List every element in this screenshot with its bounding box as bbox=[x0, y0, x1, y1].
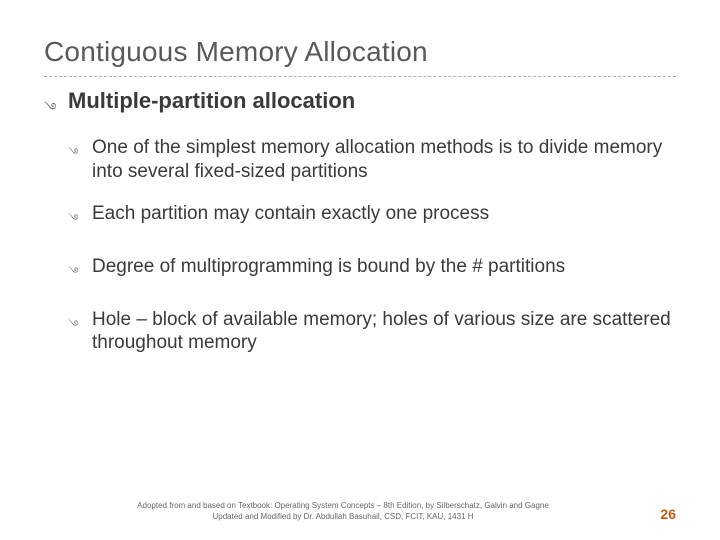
footer-text: Adopted from and based on Textbook: Oper… bbox=[44, 501, 642, 522]
slide-footer: Adopted from and based on Textbook: Oper… bbox=[0, 501, 720, 522]
level1-text: Multiple-partition allocation bbox=[68, 87, 355, 115]
bullet-icon: ࿓ bbox=[68, 202, 92, 237]
level2-text: Hole – block of available memory; holes … bbox=[92, 308, 676, 356]
bullet-icon: ࿓ bbox=[68, 136, 92, 171]
level1-item: ࿓ Multiple-partition allocation bbox=[44, 87, 676, 130]
slide-title: Contiguous Memory Allocation bbox=[44, 36, 676, 68]
level2-item: ࿓ One of the simplest memory allocation … bbox=[68, 136, 676, 184]
bullet-icon: ࿓ bbox=[68, 308, 92, 343]
bullet-icon: ࿓ bbox=[44, 87, 68, 130]
level2-list: ࿓ One of the simplest memory allocation … bbox=[44, 136, 676, 355]
level2-item: ࿓ Each partition may contain exactly one… bbox=[68, 202, 676, 237]
level2-item: ࿓ Degree of multiprogramming is bound by… bbox=[68, 255, 676, 290]
level2-text: Degree of multiprogramming is bound by t… bbox=[92, 255, 565, 279]
bullet-icon: ࿓ bbox=[68, 255, 92, 290]
title-divider bbox=[44, 76, 676, 77]
level2-text: Each partition may contain exactly one p… bbox=[92, 202, 489, 226]
level2-text: One of the simplest memory allocation me… bbox=[92, 136, 676, 184]
footer-line-2: Updated and Modified by Dr. Abdullah Bas… bbox=[44, 512, 642, 522]
level2-item: ࿓ Hole – block of available memory; hole… bbox=[68, 308, 676, 356]
page-number: 26 bbox=[642, 506, 676, 522]
slide: Contiguous Memory Allocation ࿓ Multiple-… bbox=[0, 0, 720, 540]
footer-line-1: Adopted from and based on Textbook: Oper… bbox=[44, 501, 642, 511]
